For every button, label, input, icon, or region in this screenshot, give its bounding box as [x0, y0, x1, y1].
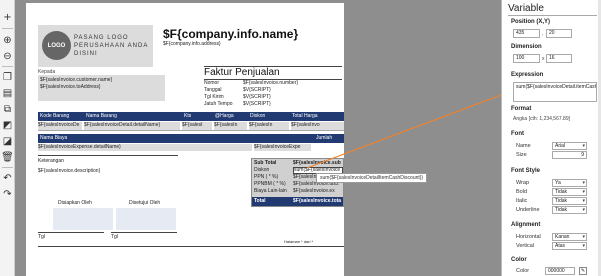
bold-label: Bold [516, 189, 528, 195]
expression-input[interactable]: sum($F{salesInvoiceDetail.itemCashDiscou… [513, 82, 597, 102]
format-value[interactable]: Angka [cth: 1,234,567.89] [513, 116, 570, 122]
add-icon[interactable]: + [2, 12, 13, 23]
bold-value: Tidak [555, 189, 568, 195]
vertical-value: Atas [555, 243, 566, 249]
bold-select[interactable]: Tidak ▾ [552, 188, 587, 196]
delete-icon[interactable]: 🗑 [1, 152, 14, 163]
redo-icon[interactable]: ↷ [2, 189, 13, 200]
format-label: Format [511, 106, 532, 112]
front-icon[interactable]: ◩ [2, 120, 13, 131]
position-comma: , [542, 31, 544, 37]
chevron-down-icon: ▾ [582, 180, 585, 186]
toolbar-divider [2, 66, 13, 67]
chevron-down-icon: ▾ [582, 189, 585, 195]
underline-value: Tidak [555, 207, 568, 213]
wrap-value: Ya [555, 180, 561, 186]
font-name-value: Arial [555, 143, 566, 149]
undo-icon[interactable]: ↶ [2, 173, 13, 184]
selection-tooltip: sum($F{salesInvoiceDetailItemCashDiscoun… [316, 173, 428, 183]
connector-line [306, 94, 502, 169]
alignment-label: Alignment [511, 222, 541, 228]
chevron-down-icon: ▾ [582, 143, 585, 149]
horizontal-value: Kanan [555, 234, 570, 240]
vertical-select[interactable]: Atas ▾ [552, 242, 587, 250]
clone-icon[interactable]: ⧉ [2, 104, 13, 115]
toolbar-divider [2, 28, 13, 29]
panel-title: Variable [508, 2, 597, 16]
dimension-h-input[interactable]: 16 [546, 54, 572, 63]
zoom-out-icon[interactable]: ⊖ [2, 51, 13, 62]
font-name-select[interactable]: Arial ▾ [552, 142, 587, 150]
wrap-select[interactable]: Ya ▾ [552, 179, 587, 187]
color-picker-icon[interactable]: ✎ [579, 267, 587, 275]
wrap-label: Wrap [516, 180, 530, 186]
underline-select[interactable]: Tidak ▾ [552, 206, 587, 214]
color-label: Color [516, 268, 530, 274]
expression-label: Expression [511, 72, 544, 78]
font-style-label: Font Style [511, 168, 541, 174]
position-x-input[interactable]: 435 [513, 29, 540, 38]
zoom-in-icon[interactable]: ⊕ [2, 35, 13, 46]
dimension-x: x [542, 56, 545, 62]
italic-label: Italic [516, 198, 528, 204]
italic-value: Tidak [555, 198, 568, 204]
position-label: Position (X,Y) [511, 19, 550, 25]
properties-panel: Variable Position (X,Y) 435 , 20 Dimensi… [501, 0, 601, 276]
italic-select[interactable]: Tidak ▾ [552, 197, 587, 205]
chevron-down-icon: ▾ [582, 234, 585, 240]
dimension-label: Dimension [511, 44, 542, 50]
font-name-label: Name [516, 143, 531, 149]
toolbar-divider [2, 167, 13, 168]
font-size-label: Size [516, 152, 527, 158]
font-size-input[interactable]: 9 [552, 151, 587, 159]
toolbar: + ⊕ ⊖ ❐ ▤ ⧉ ◩ ◪ 🗑 ↶ ↷ [0, 0, 15, 276]
connector-stroke [306, 94, 502, 169]
horizontal-label: Horizontal [516, 234, 541, 240]
copy-icon[interactable]: ❐ [2, 72, 13, 83]
color-input[interactable]: 000000 [545, 267, 575, 275]
chevron-down-icon: ▾ [582, 207, 585, 213]
chevron-down-icon: ▾ [582, 198, 585, 204]
chevron-down-icon: ▾ [582, 243, 585, 249]
dimension-w-input[interactable]: 100 [513, 54, 540, 63]
vertical-label: Vertical [516, 243, 535, 249]
position-y-input[interactable]: 20 [546, 29, 572, 38]
color-section-label: Color [511, 257, 527, 263]
design-canvas[interactable]: LOGO PASANG LOGO PERUSAHAAN ANDA DISINI … [15, 0, 502, 276]
back-icon[interactable]: ◪ [2, 136, 13, 147]
underline-label: Underline [516, 207, 540, 213]
horizontal-select[interactable]: Kanan ▾ [552, 233, 587, 241]
paste-icon[interactable]: ▤ [2, 88, 13, 99]
font-label: Font [511, 131, 524, 137]
